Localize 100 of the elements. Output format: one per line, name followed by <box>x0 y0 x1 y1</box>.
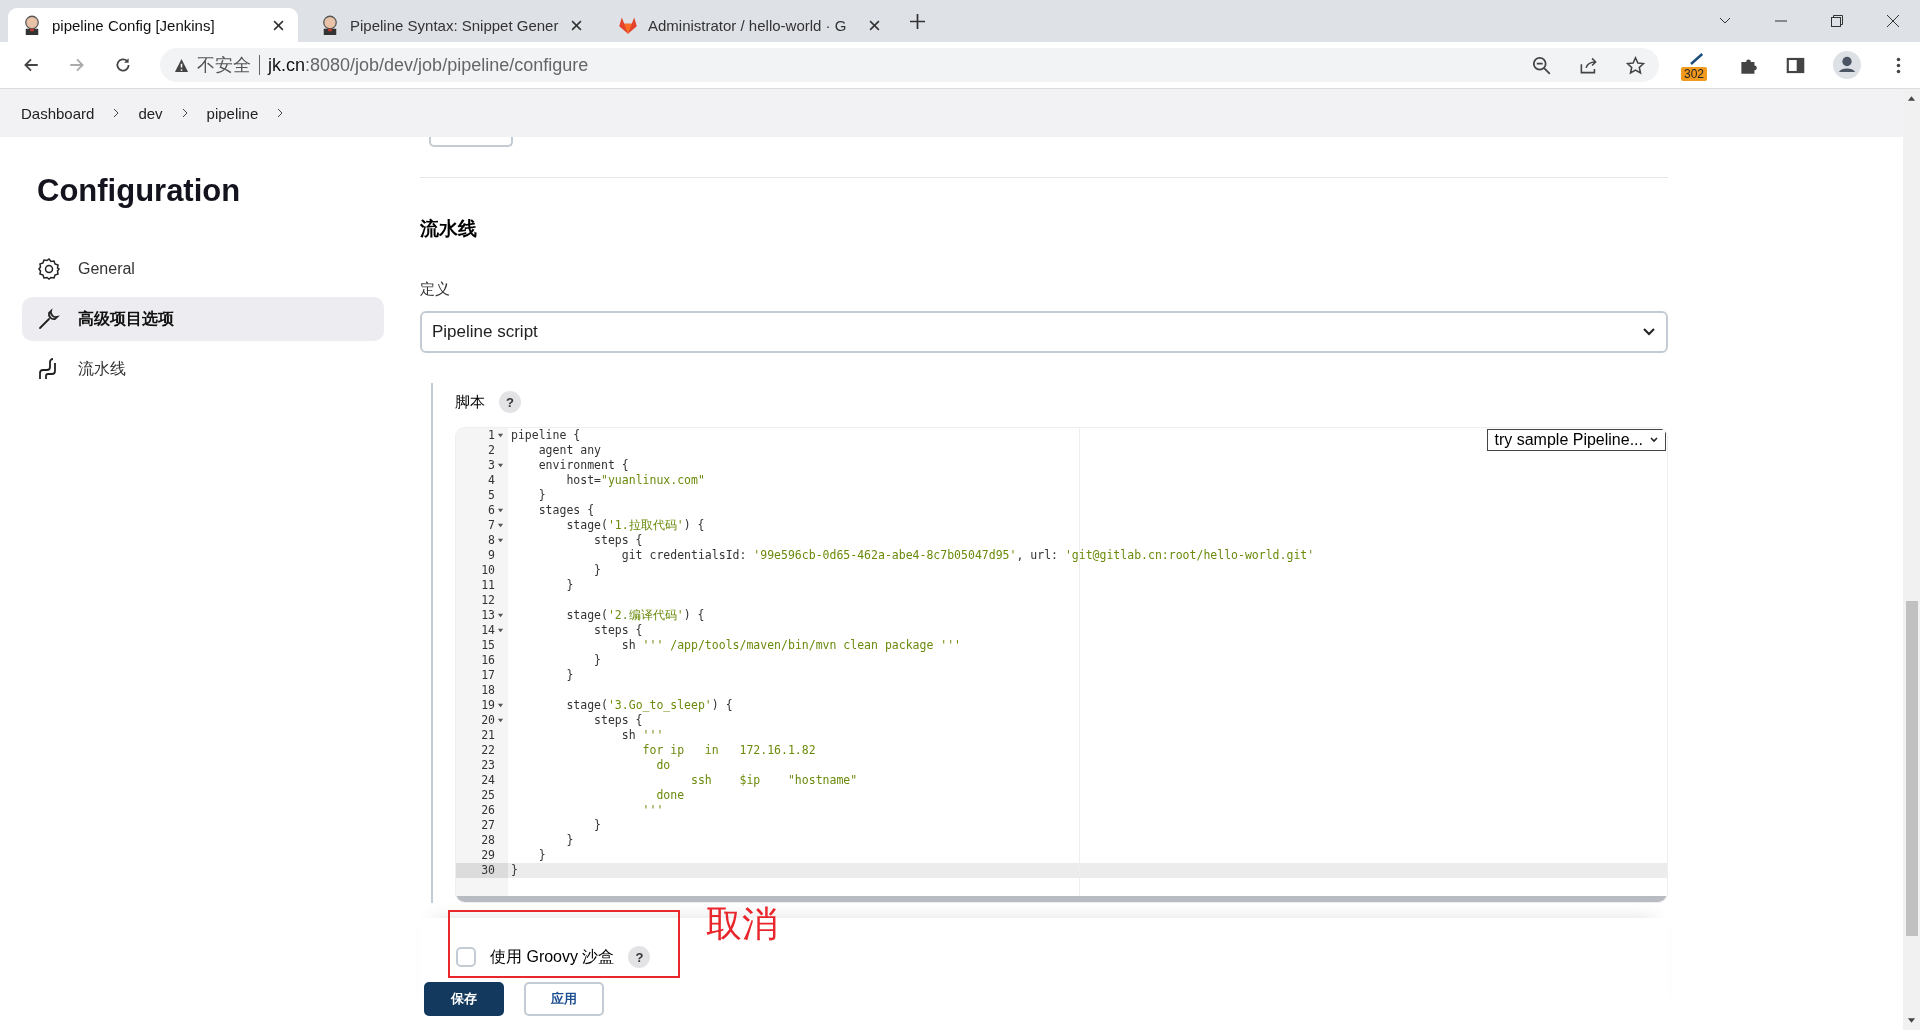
chevron-right-icon[interactable] <box>180 108 189 118</box>
code-line: do <box>655 758 671 773</box>
warning-icon <box>174 57 189 73</box>
reload-icon[interactable] <box>114 56 132 74</box>
wrench-icon <box>37 307 61 331</box>
line-number: 17 <box>481 668 495 683</box>
code-line: host="yuanlinux.com" <box>565 473 705 488</box>
code-line: } <box>537 488 546 503</box>
code-line: stage('3.Go_to_sleep') { <box>565 698 733 713</box>
sample-select[interactable]: try sample Pipeline... <box>1487 429 1666 451</box>
fold-arrow-icon[interactable] <box>496 462 504 469</box>
sandbox-checkbox[interactable] <box>456 947 476 967</box>
side-panel-icon[interactable] <box>1786 55 1805 75</box>
line-number: 8 <box>488 533 495 548</box>
help-button[interactable]: ? <box>628 946 651 968</box>
line-number: 7 <box>488 518 495 533</box>
extension-button[interactable]: 302 <box>1681 48 1711 82</box>
browser-tab[interactable]: Pipeline Syntax: Snippet Gener <box>306 8 596 42</box>
close-icon[interactable] <box>1886 14 1900 28</box>
fold-arrow-icon[interactable] <box>496 537 504 544</box>
fold-arrow-icon[interactable] <box>496 507 504 514</box>
restore-icon[interactable] <box>1830 14 1844 28</box>
scroll-down-icon[interactable] <box>1907 1018 1916 1024</box>
fold-arrow-icon[interactable] <box>496 702 504 709</box>
apply-button[interactable]: 应用 <box>524 982 604 1016</box>
line-number: 2 <box>488 443 495 458</box>
browser-tab[interactable]: pipeline Config [Jenkins] <box>8 8 298 42</box>
code-line: ''' <box>641 803 664 818</box>
close-icon[interactable] <box>869 19 880 31</box>
line-number: 15 <box>481 638 495 653</box>
line-number: 29 <box>481 848 495 863</box>
checkbox-label: 使用 Groovy 沙盒 <box>490 946 615 967</box>
profile-icon[interactable] <box>1833 51 1861 79</box>
code-line: steps { <box>593 533 643 548</box>
code-line: git credentialsId: '99e596cb-0d65-462a-abe4-8c7b05047d95', url: 'git@gitlab.cn:root/hello-world.git' <box>620 548 1315 563</box>
star-icon[interactable] <box>1626 55 1645 75</box>
code-line: } <box>593 653 601 668</box>
line-number: 1 <box>488 428 495 443</box>
fold-arrow-icon[interactable] <box>496 522 504 529</box>
help-button[interactable]: ? <box>499 391 521 413</box>
code-line: } <box>565 668 574 683</box>
close-icon[interactable] <box>571 19 582 31</box>
code-line: } <box>593 818 601 833</box>
save-button[interactable]: 保存 <box>424 982 504 1016</box>
address-bar[interactable]: 不安全 jk.cn:8080/job/dev/job/pipeline/configure <box>160 48 1659 82</box>
close-icon[interactable] <box>273 19 284 31</box>
line-number: 16 <box>481 653 495 668</box>
code-line: ssh $ip "hostname" <box>690 773 858 788</box>
code-line: steps { <box>593 713 643 728</box>
code-line: stage('2.编译代码') { <box>565 608 705 623</box>
sidebar-item[interactable]: 高级项目选项 <box>22 297 384 341</box>
zoom-out-icon[interactable] <box>1532 55 1551 75</box>
line-number: 11 <box>481 578 495 593</box>
code-line: sh ''' <box>620 728 664 743</box>
line-number: 19 <box>481 698 495 713</box>
code-line: } <box>537 848 546 863</box>
definition-select[interactable]: Pipeline script <box>420 311 1668 353</box>
new-tab-icon[interactable] <box>910 13 925 29</box>
code-line: } <box>565 578 574 593</box>
annotation-text: 取消 <box>706 902 778 946</box>
scroll-up-icon[interactable] <box>1907 95 1916 101</box>
code-line: for ip in 172.16.1.82 <box>641 743 816 758</box>
code-line: } <box>593 563 601 578</box>
line-number: 26 <box>481 803 495 818</box>
code-line: environment { <box>537 458 629 473</box>
fold-arrow-icon[interactable] <box>496 627 504 634</box>
share-icon[interactable] <box>1579 55 1598 75</box>
line-number: 23 <box>481 758 495 773</box>
butler-icon <box>22 15 42 35</box>
line-number: 4 <box>488 473 495 488</box>
fold-arrow-icon[interactable] <box>496 717 504 724</box>
browser-tab[interactable]: Administrator / hello-world · G <box>604 8 894 42</box>
sidebar-item[interactable]: 流水线 <box>22 347 384 391</box>
field-label: 脚本 <box>455 392 485 412</box>
code-line: stage('1.拉取代码') { <box>565 518 705 533</box>
back-icon[interactable] <box>22 56 40 74</box>
line-number: 21 <box>481 728 495 743</box>
section-title: 流水线 <box>420 217 478 241</box>
breadcrumb-link[interactable]: Dashboard <box>21 104 95 122</box>
line-number: 24 <box>481 773 495 788</box>
fold-arrow-icon[interactable] <box>496 612 504 619</box>
code-line: steps { <box>593 623 643 638</box>
chevron-down-icon <box>1649 435 1659 445</box>
field-label: 定义 <box>420 280 451 299</box>
line-number: 18 <box>481 683 495 698</box>
line-number: 10 <box>481 563 495 578</box>
fold-arrow-icon[interactable] <box>496 432 504 439</box>
line-number: 13 <box>481 608 495 623</box>
breadcrumb-link[interactable]: pipeline <box>206 104 259 122</box>
chevron-right-icon[interactable] <box>276 108 285 118</box>
sidebar-item[interactable]: General <box>22 247 384 291</box>
code-line: pipeline { <box>510 428 581 443</box>
chevron-right-icon[interactable] <box>112 108 121 118</box>
line-number: 12 <box>481 593 495 608</box>
code-line: agent any <box>537 443 601 458</box>
breadcrumb-link[interactable]: dev <box>138 104 163 122</box>
line-number: 3 <box>488 458 495 473</box>
scrollbar[interactable] <box>1903 89 1920 1030</box>
code-line: done <box>655 788 685 803</box>
line-number: 30 <box>481 863 495 878</box>
